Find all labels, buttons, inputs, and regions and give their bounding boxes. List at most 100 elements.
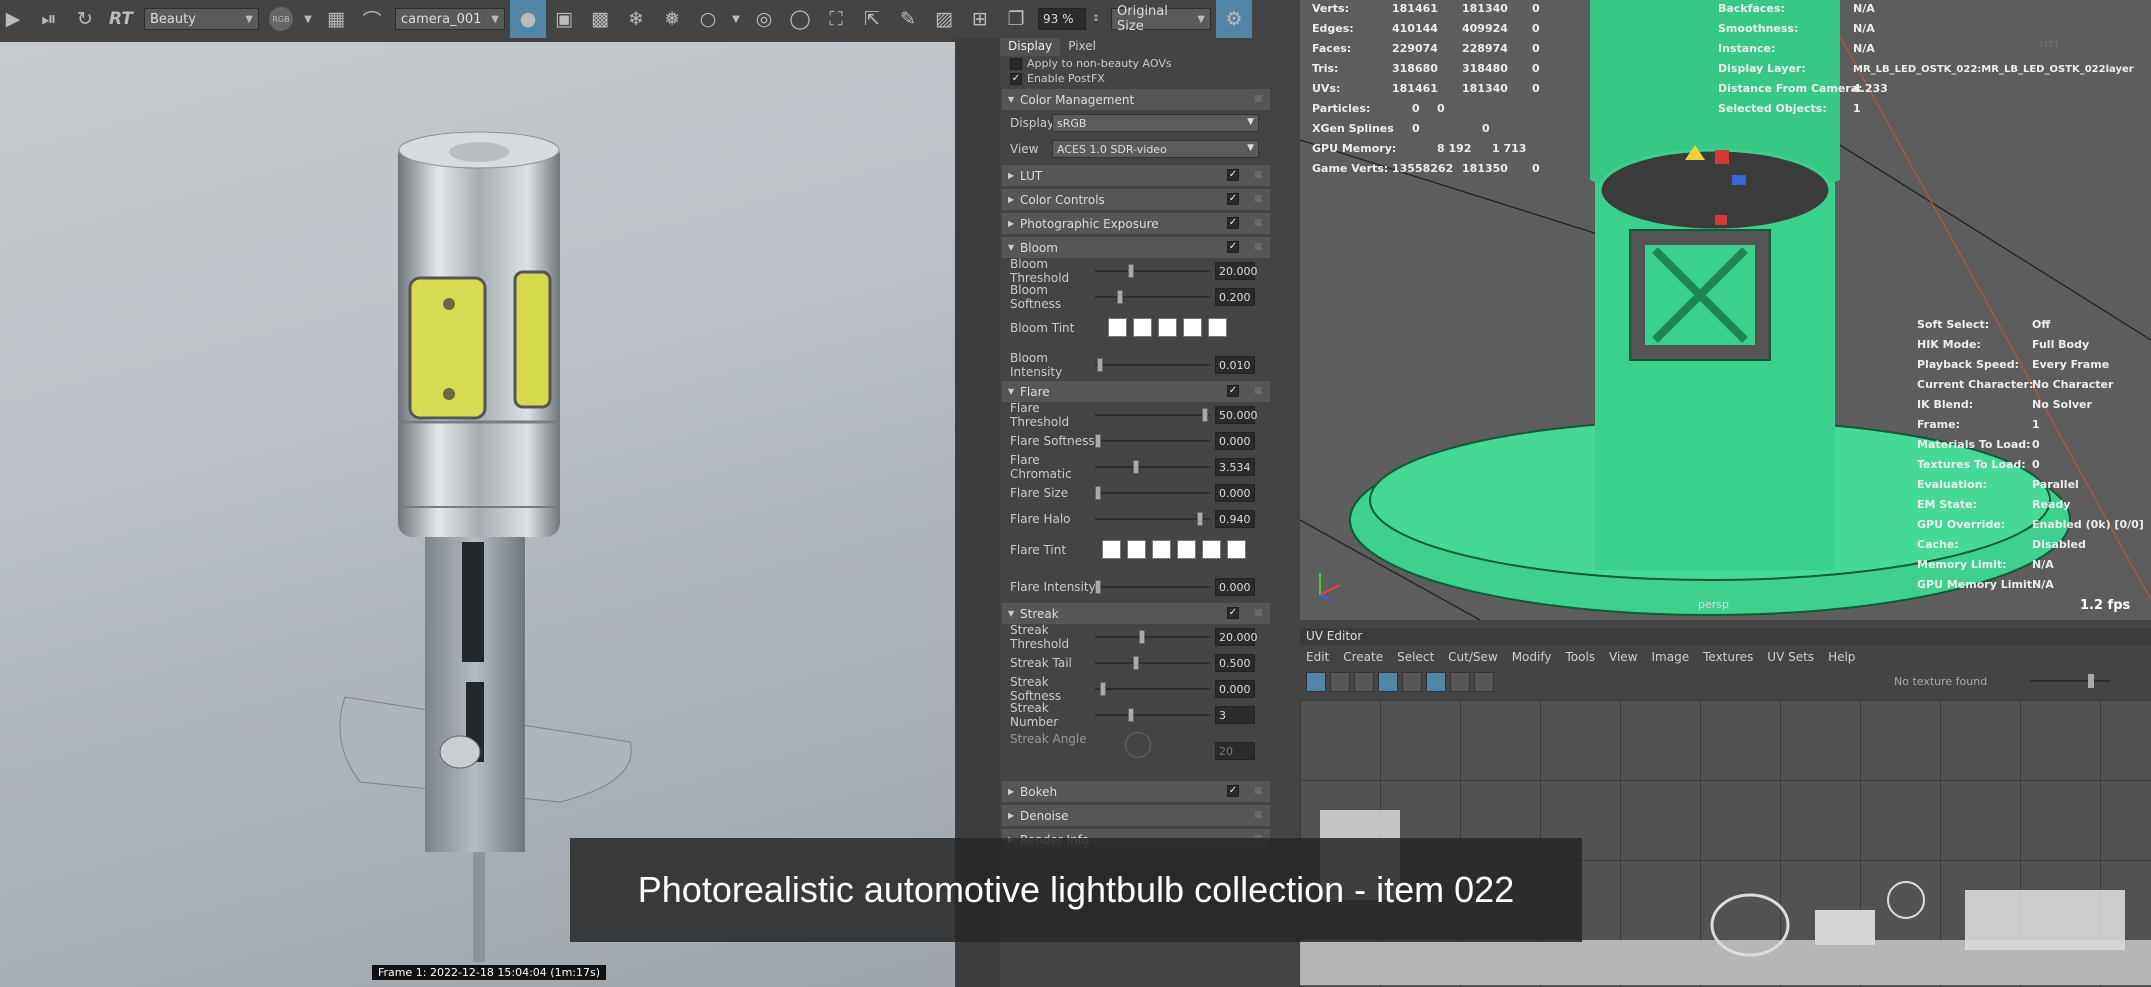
streak-angle-field[interactable]: 20: [1215, 742, 1255, 760]
tint-swatch[interactable]: [1102, 540, 1121, 559]
streak-number-slider[interactable]: [1095, 708, 1210, 722]
uv-checker-icon[interactable]: [1426, 672, 1446, 692]
flare-threshold-slider[interactable]: [1095, 408, 1210, 422]
maya-viewport[interactable]: Verts: 181461 181340 0 Edges: 410144 409924 0 …: [1300, 0, 2151, 620]
edit-icon[interactable]: ✎: [895, 6, 921, 32]
menu-help[interactable]: Help: [1828, 650, 1855, 664]
bloom-intensity-slider[interactable]: [1095, 358, 1210, 372]
focus-icon[interactable]: ◯: [787, 6, 813, 32]
color-controls-checkbox[interactable]: ✓: [1227, 193, 1239, 205]
flare-softness-field[interactable]: 0.000: [1215, 432, 1255, 450]
menu-uv-sets[interactable]: UV Sets: [1767, 650, 1814, 664]
slider-knob[interactable]: [1095, 434, 1101, 448]
render-play-icon[interactable]: ▶: [0, 6, 26, 32]
bokeh-header[interactable]: ▶ Bokeh ✓ ■: [1002, 781, 1270, 802]
image-icon[interactable]: ▨: [931, 6, 957, 32]
camera-icon[interactable]: ▣: [551, 6, 577, 32]
color-controls-header[interactable]: ▶ Color Controls ✓ ■: [1002, 189, 1270, 210]
streak-number-field[interactable]: 3: [1215, 706, 1255, 724]
channel-badge[interactable]: RGB: [269, 7, 293, 31]
slider-knob[interactable]: [1128, 264, 1134, 278]
uv-shell-icon[interactable]: [1330, 672, 1350, 692]
camera-select[interactable]: camera_001 ▼: [395, 8, 505, 30]
tint-swatch[interactable]: [1158, 318, 1177, 337]
flare-softness-slider[interactable]: [1095, 434, 1210, 448]
exposure-checkbox[interactable]: ✓: [1227, 217, 1239, 229]
slider-knob[interactable]: [1117, 290, 1123, 304]
menu-modify[interactable]: Modify: [1512, 650, 1552, 664]
menu-view[interactable]: View: [1609, 650, 1637, 664]
menu-edit[interactable]: Edit: [1306, 650, 1329, 664]
denoise-header[interactable]: ▶ Denoise ■: [1002, 805, 1270, 826]
apply-aovs-checkbox[interactable]: [1010, 57, 1022, 70]
circle-select-icon[interactable]: ○: [695, 6, 721, 32]
enable-postfx-row[interactable]: ✓ Enable PostFX: [1000, 71, 1272, 86]
lut-header[interactable]: ▶ LUT ✓ ■: [1002, 165, 1270, 186]
slider-knob[interactable]: [1202, 408, 1208, 422]
snowflake-icon[interactable]: ❄: [623, 6, 649, 32]
add-snapshot-icon[interactable]: ⊞: [967, 6, 993, 32]
slider-knob[interactable]: [1128, 708, 1134, 722]
photographic-exposure-header[interactable]: ▶ Photographic Exposure ✓ ■: [1002, 213, 1270, 234]
uv-frame-icon[interactable]: [1402, 672, 1422, 692]
color-management-header[interactable]: ▼ Color Management ■: [1002, 89, 1270, 110]
flare-halo-slider[interactable]: [1095, 512, 1210, 526]
tint-swatch[interactable]: [1108, 318, 1127, 337]
slider-knob[interactable]: [1139, 630, 1145, 644]
streak-tail-field[interactable]: 0.500: [1215, 654, 1255, 672]
slider-knob[interactable]: [1097, 358, 1103, 372]
apply-aovs-row[interactable]: Apply to non-beauty AOVs: [1000, 56, 1272, 71]
bloom-softness-slider[interactable]: [1095, 290, 1210, 304]
chevron-down-icon[interactable]: ▼: [731, 6, 741, 32]
menu-select[interactable]: Select: [1397, 650, 1434, 664]
tint-swatch[interactable]: [1227, 540, 1246, 559]
uv-face-icon[interactable]: [1354, 672, 1374, 692]
zoom-spinner-icon[interactable]: ↕: [1091, 6, 1101, 32]
menu-create[interactable]: Create: [1343, 650, 1383, 664]
slider-knob[interactable]: [1133, 460, 1139, 474]
flare-chromatic-field[interactable]: 3.534: [1215, 458, 1255, 476]
bloom-header[interactable]: ▼ Bloom ✓ ■: [1002, 237, 1270, 258]
bloom-softness-field[interactable]: 0.200: [1215, 288, 1255, 306]
tab-display[interactable]: Display: [1000, 38, 1061, 56]
flare-intensity-slider[interactable]: [1095, 580, 1210, 594]
flare-size-field[interactable]: 0.000: [1215, 484, 1255, 502]
slider-knob[interactable]: [1100, 682, 1106, 696]
tint-swatch[interactable]: [1177, 540, 1196, 559]
chevron-down-icon[interactable]: ▼: [303, 6, 313, 32]
streak-header[interactable]: ▼ Streak ✓ ■: [1002, 603, 1270, 624]
angle-dial-icon[interactable]: [1125, 732, 1151, 758]
display-select[interactable]: sRGB ▼: [1052, 114, 1259, 132]
flare-chromatic-slider[interactable]: [1095, 460, 1210, 474]
flare-checkbox[interactable]: ✓: [1227, 385, 1239, 397]
bloom-tint-swatches[interactable]: [1108, 318, 1227, 337]
view-select[interactable]: ACES 1.0 SDR-video ▼: [1052, 140, 1259, 158]
menu-textures[interactable]: Textures: [1703, 650, 1753, 664]
streak-softness-slider[interactable]: [1095, 682, 1210, 696]
bloom-threshold-slider[interactable]: [1095, 264, 1210, 278]
uv-snapshot-icon[interactable]: [1474, 672, 1494, 692]
play-render-icon[interactable]: ⏯: [36, 6, 62, 32]
uv-dim-icon[interactable]: [1450, 672, 1470, 692]
flare-header[interactable]: ▼ Flare ✓ ■: [1002, 381, 1270, 402]
streak-tail-slider[interactable]: [1095, 656, 1210, 670]
flare-halo-field[interactable]: 0.940: [1215, 510, 1255, 528]
uv-slider[interactable]: [2030, 674, 2110, 688]
enable-postfx-checkbox[interactable]: ✓: [1010, 72, 1022, 85]
menu-cut-sew[interactable]: Cut/Sew: [1448, 650, 1498, 664]
tint-swatch[interactable]: [1183, 318, 1202, 337]
bloom-threshold-field[interactable]: 20.000: [1215, 262, 1258, 280]
slider-knob[interactable]: [2088, 674, 2094, 688]
size-select[interactable]: Original Size ▼: [1111, 4, 1211, 34]
flare-intensity-field[interactable]: 0.000: [1215, 578, 1255, 596]
bloom-intensity-field[interactable]: 0.010: [1215, 356, 1255, 374]
streak-threshold-slider[interactable]: [1095, 630, 1210, 644]
refresh-icon[interactable]: ↻: [72, 6, 98, 32]
streak-threshold-field[interactable]: 20.000: [1215, 628, 1258, 646]
copy-icon[interactable]: ❐: [1003, 6, 1029, 32]
bloom-checkbox[interactable]: ✓: [1227, 241, 1239, 253]
lock-camera-icon[interactable]: ●: [510, 0, 546, 38]
menu-image[interactable]: Image: [1652, 650, 1690, 664]
target-icon[interactable]: ◎: [751, 6, 777, 32]
streak-softness-field[interactable]: 0.000: [1215, 680, 1255, 698]
